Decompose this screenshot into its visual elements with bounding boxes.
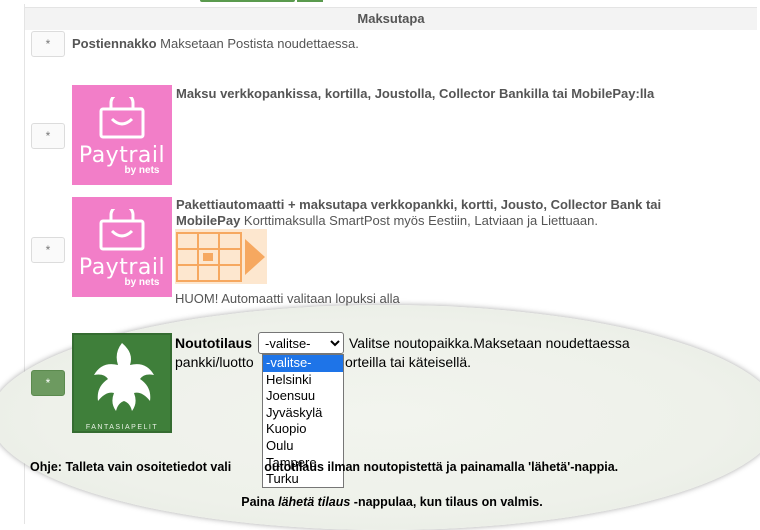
footer-instruction: Paina lähetä tilaus -nappulaa, kun tilau… — [0, 495, 760, 509]
shopping-bag-icon — [99, 97, 145, 139]
pickup-option-valitse[interactable]: -valitse- — [263, 355, 343, 372]
dragon-icon — [94, 343, 154, 411]
help-text-b: outotilaus ilman noutopistettä ja painam… — [264, 460, 619, 474]
postiennakko-label: Postiennakko Maksetaan Postista noudetta… — [72, 36, 359, 52]
pakettiautomaatti-name-line1: Pakettiautomaatti + maksutapa verkkopank… — [176, 197, 662, 212]
pickup-option-jyvaskyla[interactable]: Jyväskylä — [263, 405, 343, 422]
noutotilaus-name: Noutotilaus — [175, 335, 252, 351]
noutotilaus-radio[interactable]: * — [31, 370, 65, 396]
help-text: Ohje: Talleta vain osoitetiedot vali outo… — [30, 460, 760, 474]
pickup-location-select[interactable]: -valitse- — [258, 332, 344, 354]
smartpost-locker-icon — [175, 229, 267, 284]
postiennakko-description: Maksetaan Postista noudettaessa. — [160, 36, 359, 51]
pickup-option-kuopio[interactable]: Kuopio — [263, 421, 343, 438]
paytrail-logo: Paytrail by nets — [72, 85, 172, 185]
fantasiapelit-logo: FANTASIAPELIT — [72, 333, 172, 433]
top-tab-2[interactable] — [297, 0, 323, 2]
noutotilaus-description-2b: orteilla tai käteisellä. — [345, 354, 472, 370]
footer-post: -nappulaa, kun tilaus on valmis. — [350, 495, 543, 509]
noutotilaus-description-1: Valitse noutopaikka.Maksetaan noudettaes… — [349, 335, 630, 351]
noutotilaus-name-wrap: Noutotilaus — [175, 335, 252, 351]
postiennakko-name: Postiennakko — [72, 36, 157, 51]
shopping-bag-icon — [99, 209, 145, 251]
noutotilaus-description-2a: pankki/luotto — [175, 354, 254, 370]
pickup-option-helsinki[interactable]: Helsinki — [263, 372, 343, 389]
paytrail-sub-2: by nets — [124, 277, 160, 288]
paytrail-logo-2: Paytrail by nets — [72, 197, 172, 297]
pakettiautomaatti-label: Pakettiautomaatti + maksutapa verkkopank… — [176, 197, 661, 229]
paytrail-sub: by nets — [124, 165, 160, 176]
fantasiapelit-text: FANTASIAPELIT — [85, 424, 159, 431]
footer-pre: Paina — [241, 495, 279, 509]
pickup-option-oulu[interactable]: Oulu — [263, 438, 343, 455]
footer-em: lähetä tilaus — [278, 495, 351, 509]
pakettiautomaatti-radio[interactable]: * — [31, 237, 65, 263]
pakettiautomaatti-name-line2: MobilePay — [176, 213, 241, 228]
help-label: Ohje: — [30, 460, 62, 474]
pickup-option-joensuu[interactable]: Joensuu — [263, 388, 343, 405]
paytrail-name: Maksu verkkopankissa, kortilla, Joustoll… — [176, 86, 655, 101]
postiennakko-radio[interactable]: * — [31, 31, 65, 57]
paytrail-radio[interactable]: * — [31, 123, 65, 149]
help-text-a: Talleta vain osoitetiedot vali — [65, 460, 232, 474]
pakettiautomaatti-description: Korttimaksulla SmartPost myös Eestiin, L… — [243, 213, 598, 228]
section-header: Maksutapa — [25, 7, 757, 30]
top-tab-1[interactable] — [200, 0, 295, 2]
